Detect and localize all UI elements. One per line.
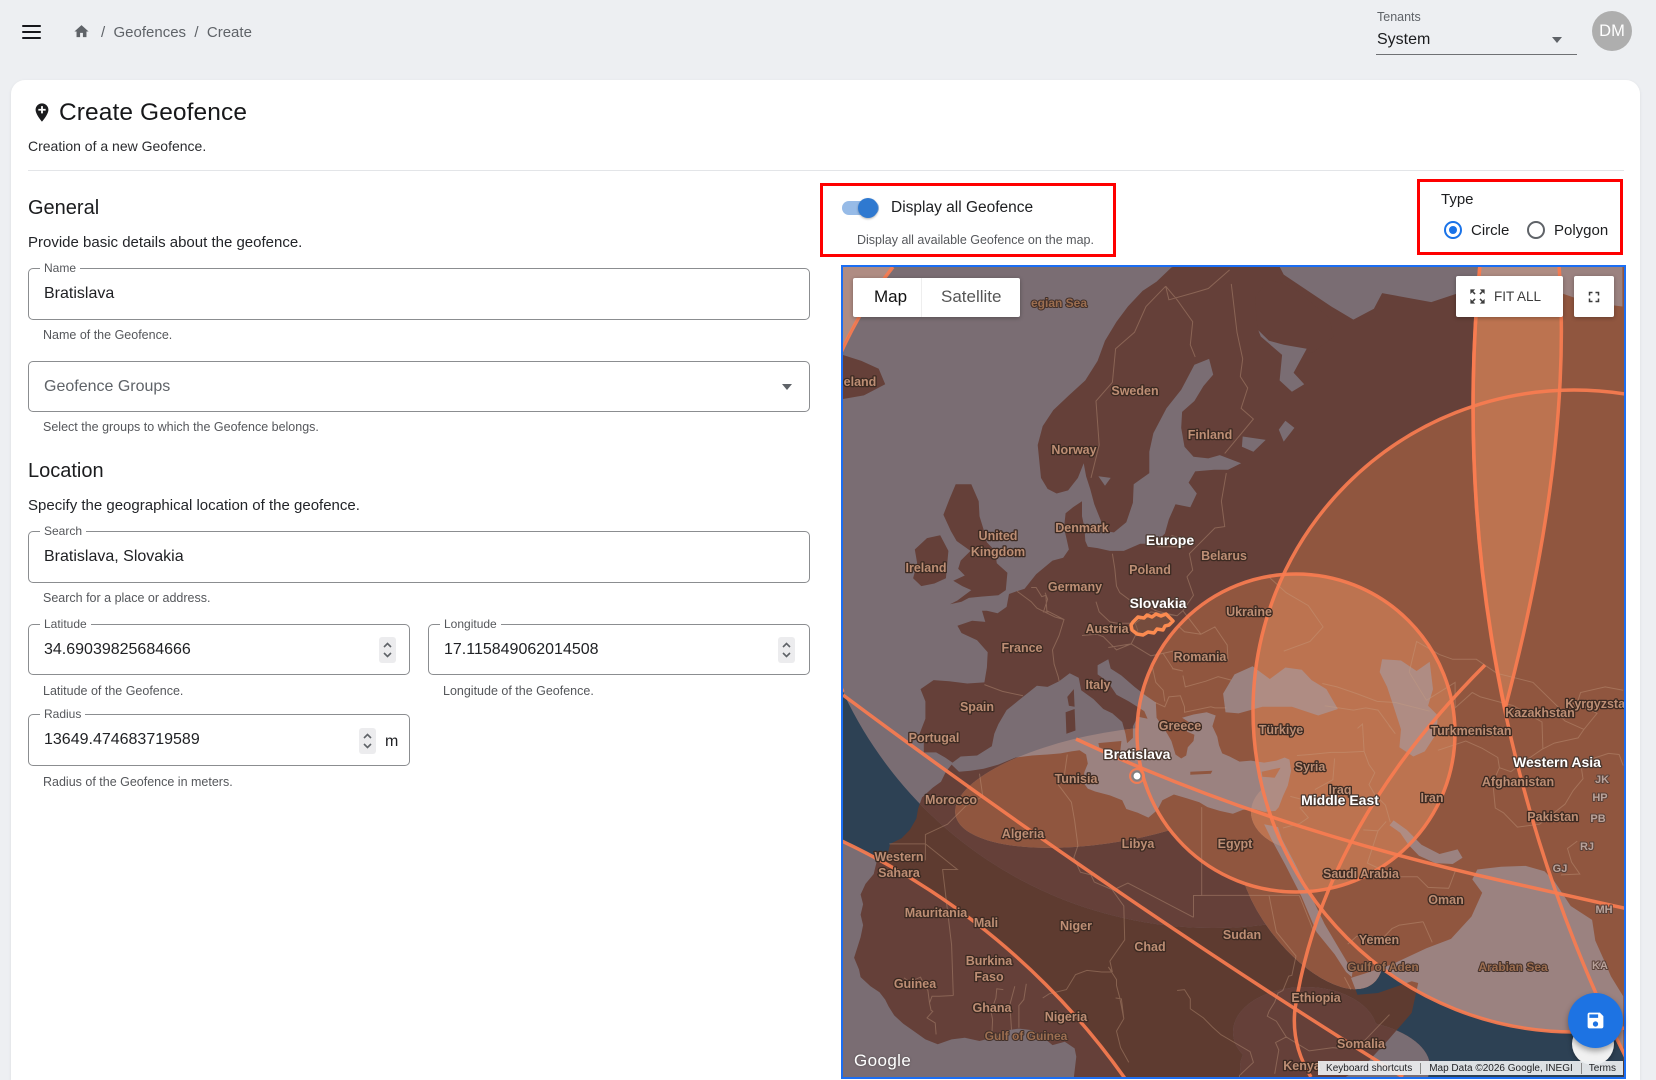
svg-text:Niger: Niger bbox=[1060, 919, 1092, 933]
svg-text:Germany: Germany bbox=[1048, 580, 1102, 594]
svg-text:HP: HP bbox=[1592, 792, 1607, 804]
svg-text:Somalia: Somalia bbox=[1337, 1037, 1386, 1051]
svg-text:Ethiopia: Ethiopia bbox=[1291, 991, 1341, 1005]
svg-text:Ghana: Ghana bbox=[973, 1001, 1013, 1015]
svg-text:Ireland: Ireland bbox=[906, 561, 947, 575]
svg-text:Finland: Finland bbox=[1188, 428, 1232, 442]
svg-text:Gulf of Guinea: Gulf of Guinea bbox=[985, 1029, 1068, 1043]
svg-text:egian Sea: egian Sea bbox=[1031, 296, 1087, 310]
svg-text:Libya: Libya bbox=[1122, 837, 1156, 851]
svg-text:Western: Western bbox=[874, 850, 923, 864]
svg-text:Chad: Chad bbox=[1134, 940, 1165, 954]
svg-text:PB: PB bbox=[1590, 813, 1605, 825]
svg-text:Poland: Poland bbox=[1129, 563, 1171, 577]
svg-text:Pakistan: Pakistan bbox=[1527, 810, 1578, 824]
svg-text:Gulf of Aden: Gulf of Aden bbox=[1347, 960, 1419, 974]
svg-text:France: France bbox=[1002, 641, 1043, 655]
svg-text:Mali: Mali bbox=[974, 916, 998, 930]
svg-text:MH: MH bbox=[1595, 904, 1612, 916]
svg-text:Saudi Arabia: Saudi Arabia bbox=[1323, 867, 1400, 881]
svg-text:Iran: Iran bbox=[1421, 791, 1444, 805]
svg-text:Western Asia: Western Asia bbox=[1513, 754, 1601, 770]
svg-text:Sweden: Sweden bbox=[1111, 384, 1158, 398]
svg-text:Ukraine: Ukraine bbox=[1226, 605, 1272, 619]
svg-text:Denmark: Denmark bbox=[1055, 521, 1109, 535]
svg-text:Romania: Romania bbox=[1174, 650, 1228, 664]
svg-text:Nigeria: Nigeria bbox=[1045, 1010, 1088, 1024]
svg-text:Bratislava: Bratislava bbox=[1104, 746, 1171, 762]
svg-text:Syria: Syria bbox=[1295, 760, 1327, 774]
svg-text:KA: KA bbox=[1592, 960, 1608, 972]
svg-text:Turkmenistan: Turkmenistan bbox=[1430, 724, 1511, 738]
svg-text:Italy: Italy bbox=[1085, 678, 1110, 692]
svg-text:Morocco: Morocco bbox=[925, 793, 977, 807]
svg-text:Sudan: Sudan bbox=[1223, 928, 1261, 942]
svg-text:Sahara: Sahara bbox=[878, 866, 921, 880]
svg-text:Europe: Europe bbox=[1146, 532, 1194, 548]
svg-text:Belarus: Belarus bbox=[1201, 549, 1247, 563]
svg-text:Faso: Faso bbox=[974, 970, 1004, 984]
svg-text:United: United bbox=[979, 529, 1018, 543]
svg-text:Austria: Austria bbox=[1085, 622, 1129, 636]
svg-text:RJ: RJ bbox=[1580, 841, 1594, 853]
svg-text:Egypt: Egypt bbox=[1218, 837, 1254, 851]
svg-text:Slovakia: Slovakia bbox=[1130, 595, 1187, 611]
svg-text:Mauritania: Mauritania bbox=[905, 906, 969, 920]
svg-text:Afghanistan: Afghanistan bbox=[1482, 775, 1554, 789]
svg-text:GJ: GJ bbox=[1553, 863, 1568, 875]
svg-text:Greece: Greece bbox=[1159, 719, 1201, 733]
svg-text:Burkina: Burkina bbox=[966, 954, 1014, 968]
svg-text:Kingdom: Kingdom bbox=[971, 545, 1025, 559]
svg-text:Kyrgyzstan: Kyrgyzstan bbox=[1565, 697, 1624, 711]
svg-text:Spain: Spain bbox=[960, 700, 994, 714]
svg-text:Portugal: Portugal bbox=[909, 731, 960, 745]
svg-text:Kenya: Kenya bbox=[1283, 1059, 1322, 1073]
svg-text:Norway: Norway bbox=[1051, 443, 1096, 457]
svg-text:Yemen: Yemen bbox=[1359, 933, 1399, 947]
svg-text:Oman: Oman bbox=[1428, 893, 1463, 907]
svg-text:Algeria: Algeria bbox=[1002, 827, 1045, 841]
svg-text:Guinea: Guinea bbox=[894, 977, 937, 991]
svg-text:Middle East: Middle East bbox=[1301, 792, 1379, 808]
svg-text:Tunisia: Tunisia bbox=[1055, 772, 1099, 786]
svg-text:Arabian Sea: Arabian Sea bbox=[1478, 960, 1548, 974]
svg-text:JK: JK bbox=[1595, 774, 1609, 786]
svg-text:Türkiye: Türkiye bbox=[1259, 723, 1304, 737]
svg-text:eland: eland bbox=[844, 375, 877, 389]
